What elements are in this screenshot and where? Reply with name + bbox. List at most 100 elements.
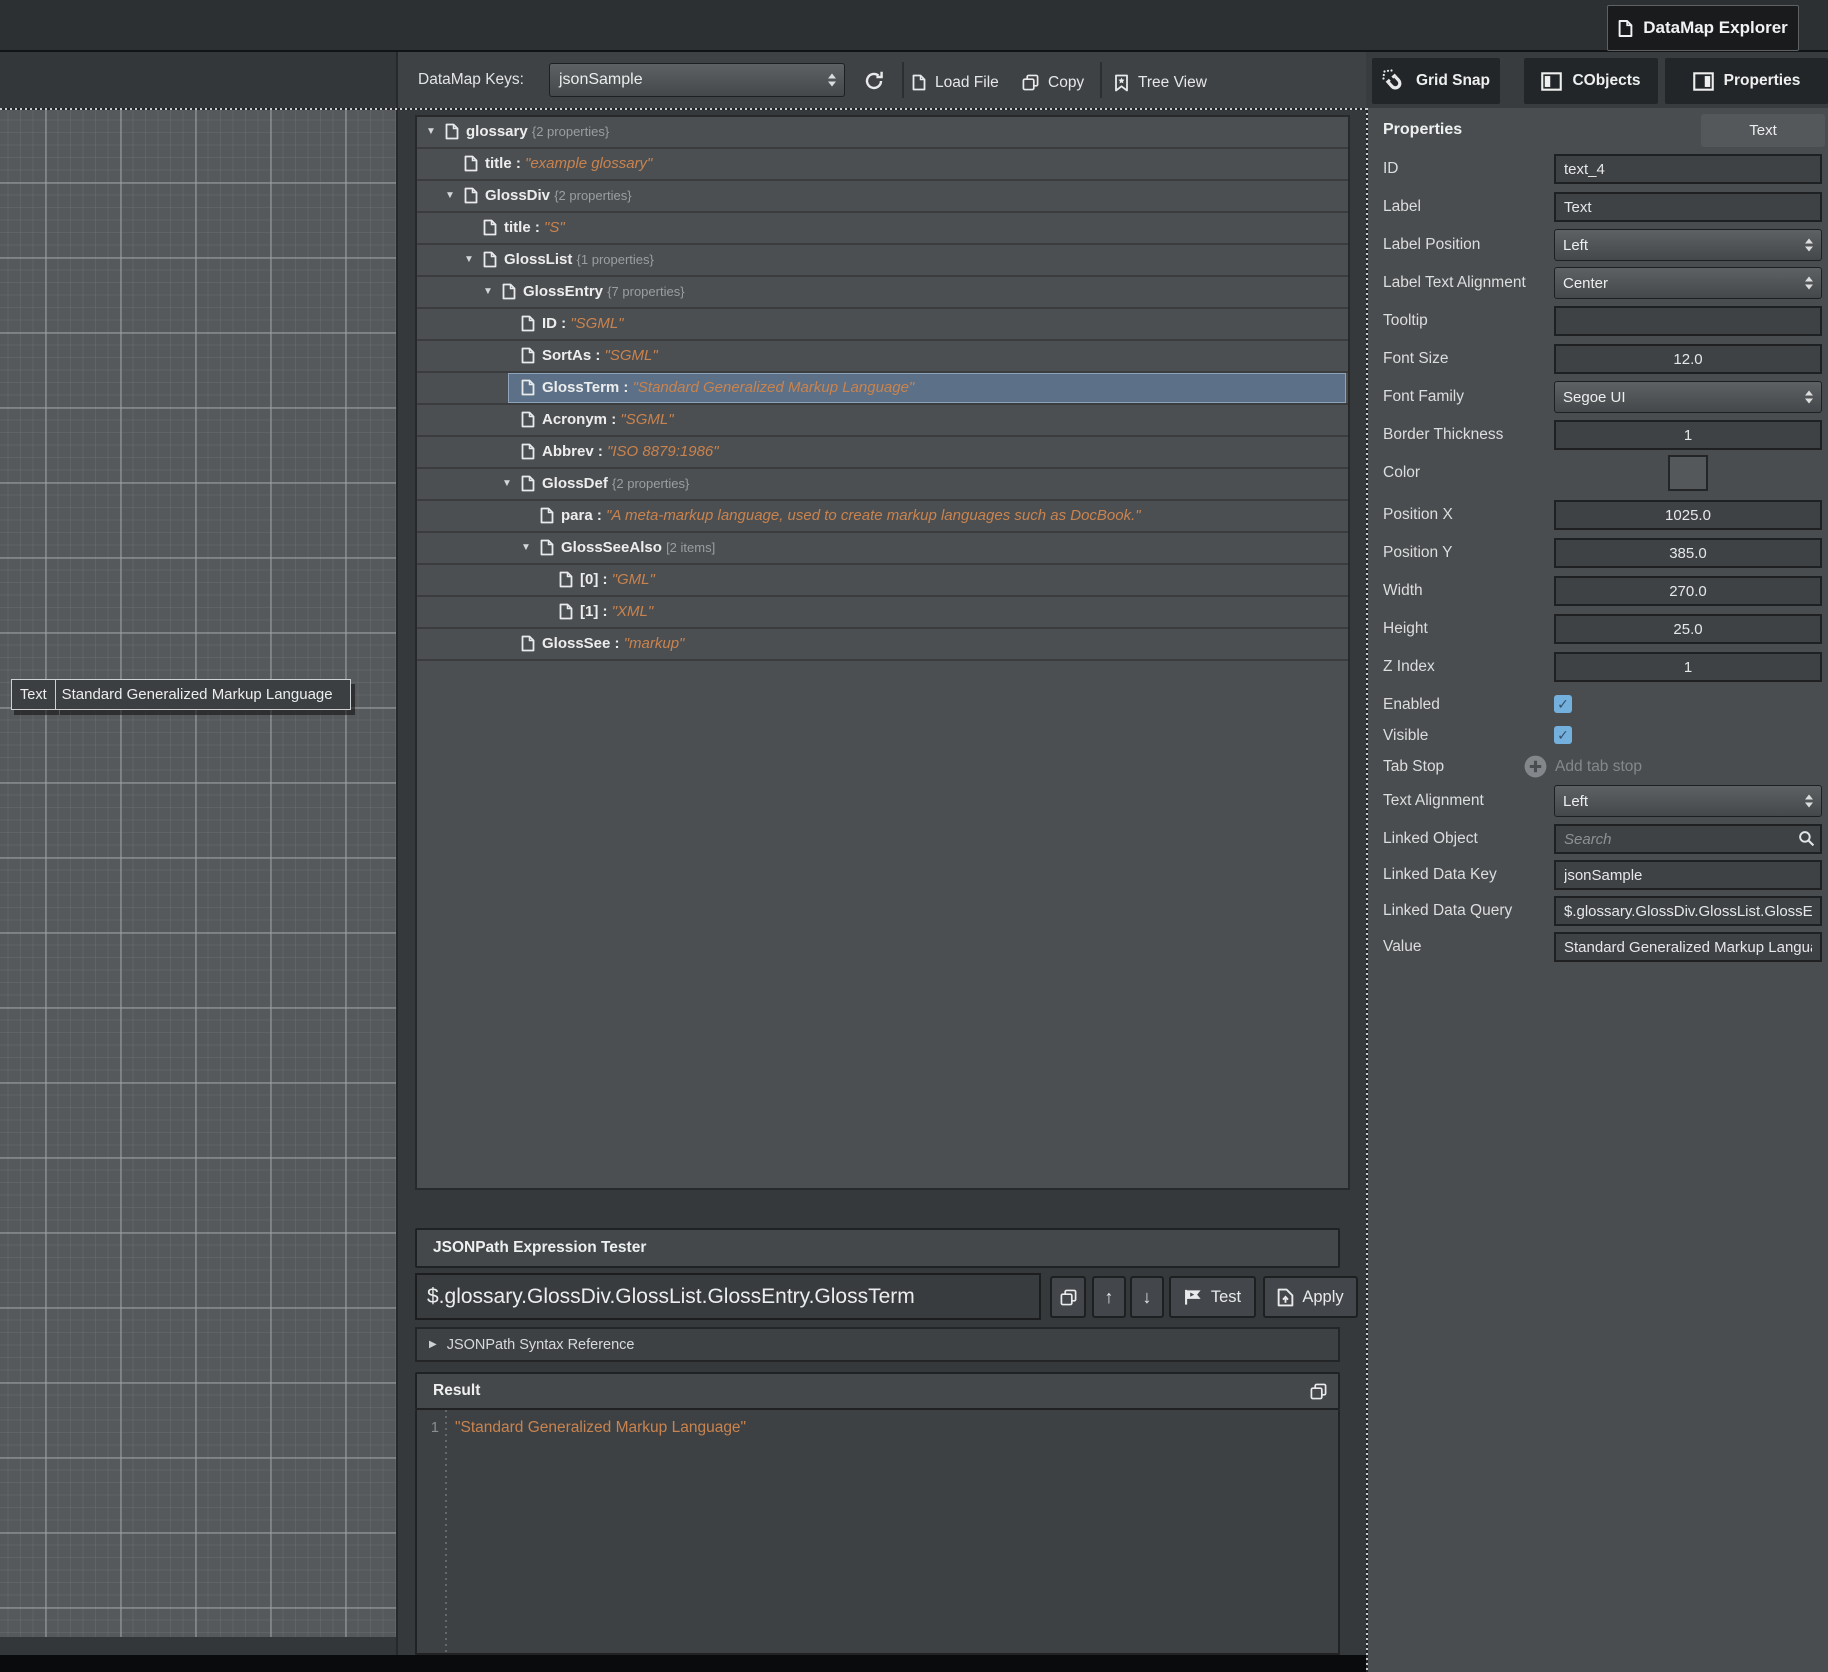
border-thickness-input[interactable] <box>1554 420 1822 450</box>
tree-view-label: Tree View <box>1138 74 1207 92</box>
tree-row-title[interactable]: title : "S" <box>417 213 1348 245</box>
prop-row-tooltip: Tooltip <box>1368 304 1828 338</box>
jsonpath-syntax-reference-toggle[interactable]: ▶ JSONPath Syntax Reference <box>415 1327 1340 1362</box>
prop-label-linked-object: Linked Object <box>1383 822 1478 856</box>
grid-snap-toggle-button[interactable]: Grid Snap <box>1372 58 1500 104</box>
label-text-alignment-select[interactable]: Center <box>1554 267 1822 299</box>
tree-row-glossary[interactable]: ▼glossary {2 properties} <box>417 117 1348 149</box>
node-annotation: {7 properties} <box>607 284 684 299</box>
expander-down-icon[interactable]: ▼ <box>502 469 512 499</box>
node-value: "A meta-markup language, used to create … <box>606 507 1141 524</box>
tree-row-glossentry[interactable]: ▼GlossEntry {7 properties} <box>417 277 1348 309</box>
tooltip-input[interactable] <box>1554 306 1822 336</box>
visible-checkbox[interactable]: ✓ <box>1554 726 1572 744</box>
font-size-input[interactable] <box>1554 344 1822 374</box>
expander-down-icon[interactable]: ▼ <box>445 181 455 211</box>
label-position-select[interactable]: Left <box>1554 229 1822 261</box>
tree-row-1[interactable]: [1] : "XML" <box>417 597 1348 629</box>
cobjects-label: CObjects <box>1572 72 1640 90</box>
tree-row-glossseealso[interactable]: ▼GlossSeeAlso [2 items] <box>417 533 1348 565</box>
id-input[interactable] <box>1554 154 1822 184</box>
jsonpath-expression-input[interactable] <box>415 1273 1041 1320</box>
prop-label-label: Label <box>1383 190 1421 224</box>
prop-row-linked-object: Linked Object <box>1368 822 1828 856</box>
magnet-icon <box>1382 69 1406 93</box>
node-document-icon <box>483 219 497 236</box>
expander-down-icon[interactable]: ▼ <box>464 245 474 275</box>
design-canvas[interactable] <box>0 108 396 1637</box>
load-file-button[interactable]: Load File <box>912 66 999 99</box>
text-alignment-select[interactable]: Left <box>1554 785 1822 817</box>
properties-toggle-button[interactable]: Properties <box>1665 58 1828 104</box>
linked-data-key-input[interactable] <box>1554 860 1822 890</box>
tree-view-button[interactable]: Tree View <box>1114 66 1207 99</box>
prop-row-position-y: Position Y <box>1368 536 1828 570</box>
canvas-text-element[interactable]: Text Standard Generalized Markup Languag… <box>11 679 351 710</box>
result-copy-button[interactable] <box>1310 1383 1327 1400</box>
node-key: glossary <box>466 123 528 140</box>
apply-button[interactable]: Apply <box>1263 1276 1358 1318</box>
bookmark-star-icon <box>1114 74 1129 92</box>
node-document-icon <box>483 251 497 268</box>
dropdown-spinner-icon <box>1805 795 1813 808</box>
cobjects-toggle-button[interactable]: CObjects <box>1524 58 1658 104</box>
expression-copy-button[interactable] <box>1050 1276 1086 1318</box>
prop-label-font-family: Font Family <box>1383 380 1464 414</box>
expression-up-button[interactable]: ↑ <box>1092 1276 1126 1318</box>
position-x-input[interactable] <box>1554 500 1822 530</box>
node-document-icon <box>464 187 478 204</box>
datamap-explorer-button[interactable]: DataMap Explorer <box>1607 5 1799 51</box>
test-button[interactable]: Test <box>1169 1276 1256 1318</box>
node-document-icon <box>521 379 535 396</box>
expression-down-button[interactable]: ↓ <box>1130 1276 1164 1318</box>
expander-down-icon[interactable]: ▼ <box>483 277 493 307</box>
arrow-down-icon: ↓ <box>1143 1287 1152 1308</box>
prop-label-z-index: Z Index <box>1383 650 1435 684</box>
enabled-checkbox[interactable]: ✓ <box>1554 695 1572 713</box>
document-icon <box>1618 19 1633 38</box>
font-family-select[interactable]: Segoe UI <box>1554 381 1822 413</box>
node-document-icon <box>521 315 535 332</box>
prop-label-position-x: Position X <box>1383 498 1453 532</box>
prop-row-font-family: Font Family Segoe UI <box>1368 380 1828 414</box>
prop-row-text-alignment: Text AlignmentLeft <box>1368 784 1828 818</box>
tree-row-acronym[interactable]: Acronym : "SGML" <box>417 405 1348 437</box>
expander-down-icon[interactable]: ▼ <box>426 117 436 147</box>
tree-row-title[interactable]: title : "example glossary" <box>417 149 1348 181</box>
checkmark-icon: ✓ <box>1557 727 1569 743</box>
value-input[interactable] <box>1554 932 1822 962</box>
toolbar-separator <box>902 62 904 98</box>
tree-row-glossdef[interactable]: ▼GlossDef {2 properties} <box>417 469 1348 501</box>
linked-object-search-input[interactable] <box>1554 824 1822 854</box>
add-tab-stop-label: Add tab stop <box>1555 758 1642 776</box>
tree-row-glossterm[interactable]: GlossTerm : "Standard Generalized Markup… <box>417 373 1348 405</box>
tree-row-abbrev[interactable]: Abbrev : "ISO 8879:1986" <box>417 437 1348 469</box>
add-tab-stop-button[interactable]: Add tab stop <box>1523 754 1642 779</box>
label-input[interactable] <box>1554 192 1822 222</box>
color-swatch[interactable] <box>1668 455 1708 491</box>
width-input[interactable] <box>1554 576 1822 606</box>
tree-row-glosssee[interactable]: GlossSee : "markup" <box>417 629 1348 661</box>
text-element-value[interactable]: Standard Generalized Markup Language <box>56 679 351 710</box>
tree-row-id[interactable]: ID : "SGML" <box>417 309 1348 341</box>
datamap-keys-dropdown[interactable]: jsonSample <box>549 63 845 97</box>
load-file-label: Load File <box>935 74 999 92</box>
node-annotation: {2 properties} <box>612 476 689 491</box>
z-index-input[interactable] <box>1554 652 1822 682</box>
selection-dotted-line-horizontal <box>0 108 1366 110</box>
position-y-input[interactable] <box>1554 538 1822 568</box>
tree-row-0[interactable]: [0] : "GML" <box>417 565 1348 597</box>
node-value: "S" <box>544 219 565 236</box>
copy-icon <box>1022 74 1039 91</box>
linked-data-query-input[interactable] <box>1554 896 1822 926</box>
title-bar <box>0 0 1828 52</box>
tree-rows-container: ▼ glossary {2 properties} title : "example… <box>417 117 1348 661</box>
height-input[interactable] <box>1554 614 1822 644</box>
copy-button[interactable]: Copy <box>1022 66 1084 99</box>
tree-row-glosslist[interactable]: ▼GlossList {1 properties} <box>417 245 1348 277</box>
tree-row-glossdiv[interactable]: ▼GlossDiv {2 properties} <box>417 181 1348 213</box>
tree-row-sortas[interactable]: SortAs : "SGML" <box>417 341 1348 373</box>
tree-row-para[interactable]: para : "A meta-markup language, used to … <box>417 501 1348 533</box>
refresh-button[interactable] <box>856 64 892 97</box>
expander-down-icon[interactable]: ▼ <box>521 533 531 563</box>
